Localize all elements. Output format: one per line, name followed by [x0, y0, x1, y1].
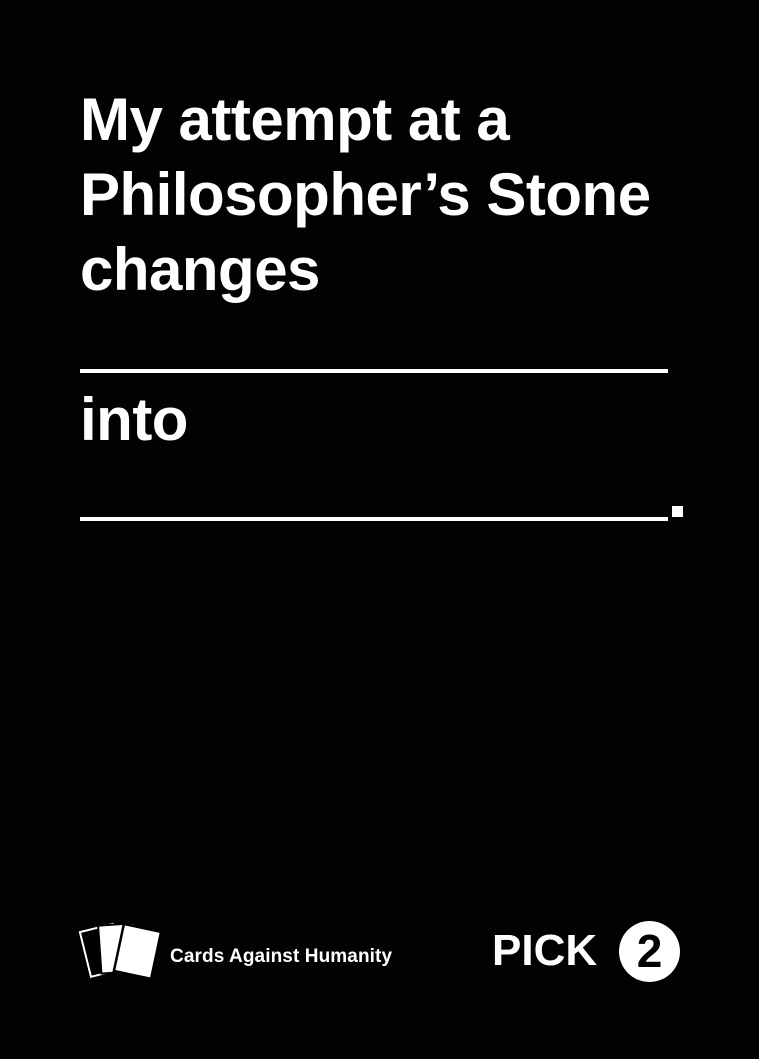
prompt-middle-word: into — [80, 386, 188, 453]
prompt-line-3: changes — [80, 236, 320, 303]
prompt-line-2: Philosopher’s Stone — [80, 161, 651, 228]
brand-name: Cards Against Humanity — [170, 946, 393, 967]
answer-blank-1 — [80, 369, 668, 373]
card-prompt: My attempt at a Philosopher’s Stone chan… — [80, 82, 720, 307]
answer-blank-2 — [80, 517, 668, 521]
stacked-cards-icon — [78, 922, 163, 981]
black-card: My attempt at a Philosopher’s Stone chan… — [0, 0, 759, 1059]
prompt-line-1: My attempt at a — [80, 86, 510, 153]
prompt-period — [672, 506, 683, 517]
pick-label: PICK — [492, 926, 598, 975]
pick-count-badge: 2 — [619, 921, 680, 982]
